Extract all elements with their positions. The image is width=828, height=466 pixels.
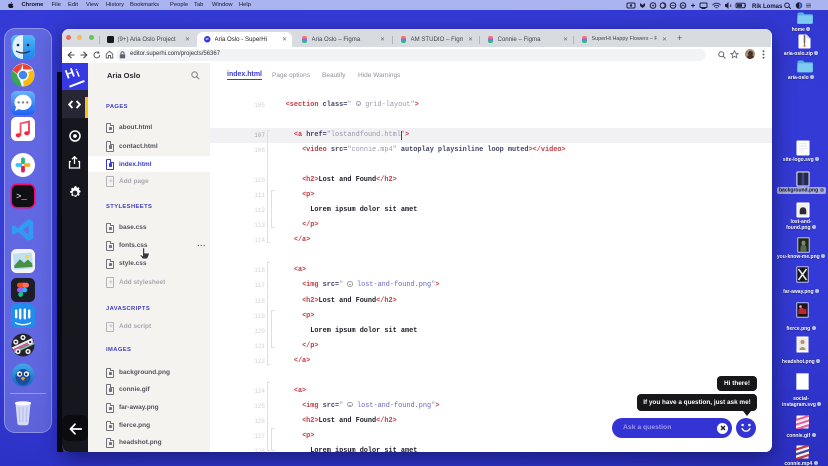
svg-text:Rik Lomas: Rik Lomas	[752, 4, 783, 9]
svg-text:>_: >_	[16, 192, 27, 202]
